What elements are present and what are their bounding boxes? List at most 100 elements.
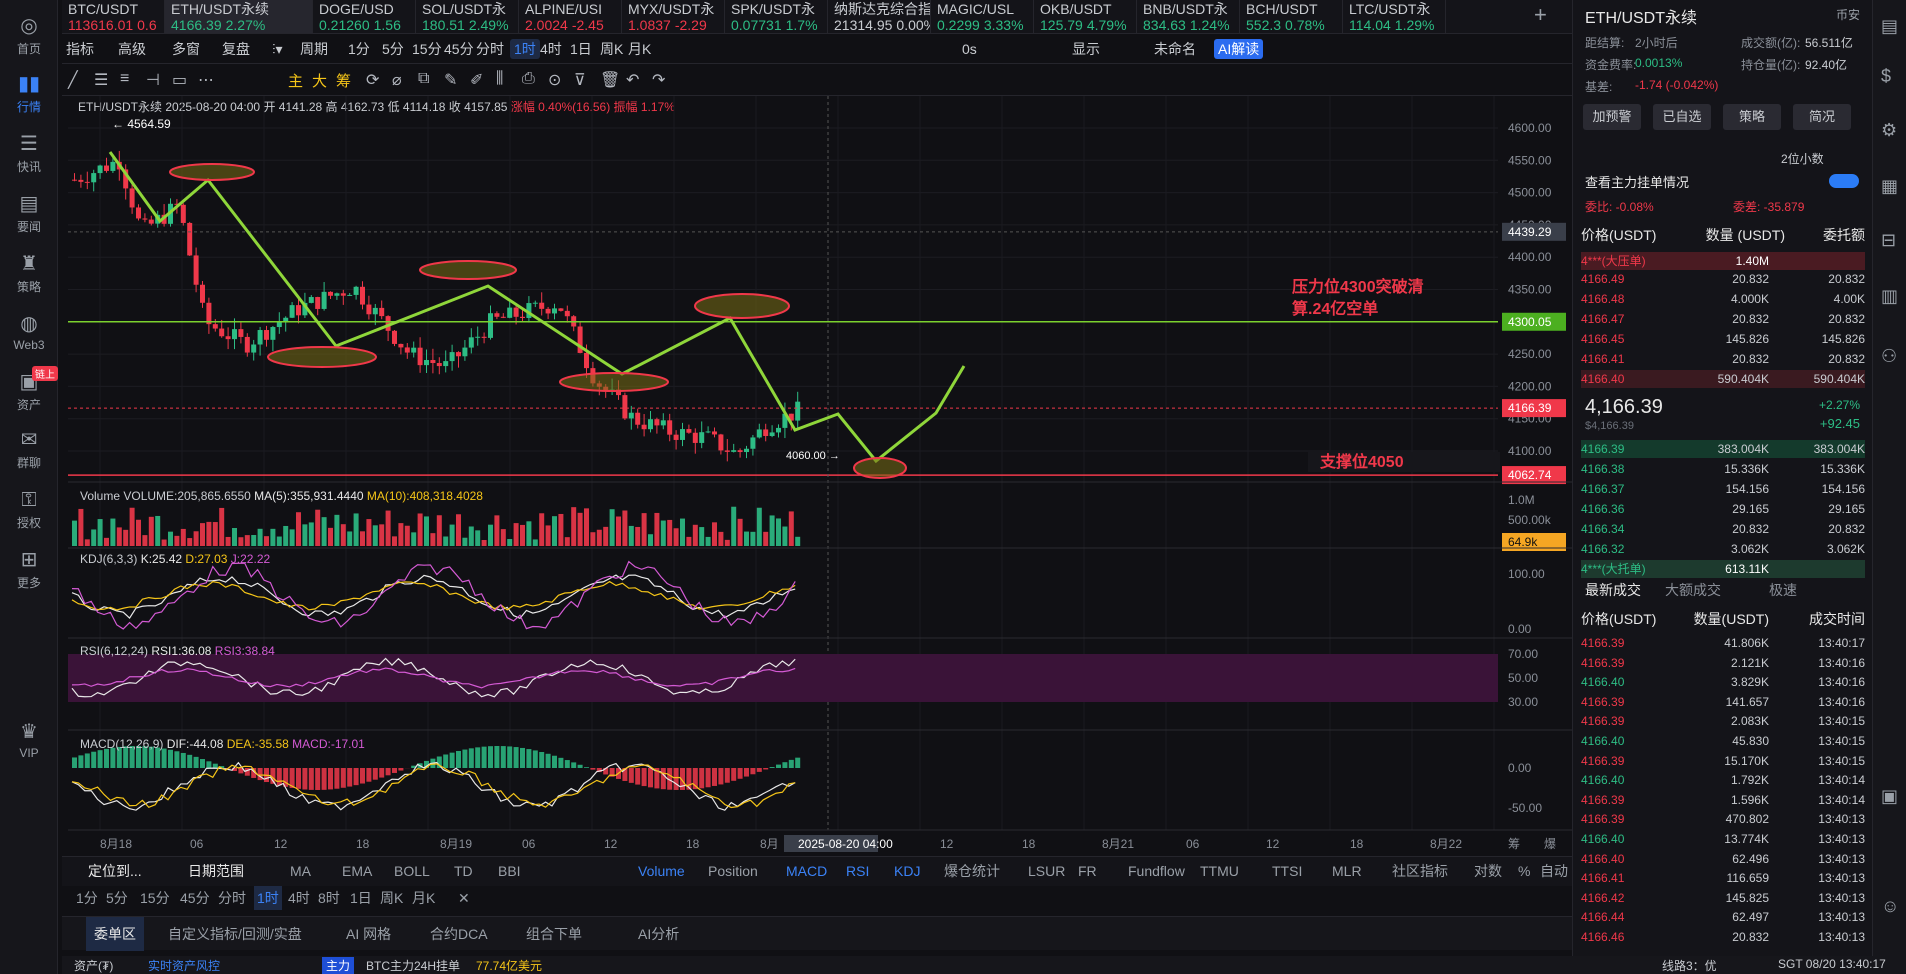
indicator-6[interactable]: Position (708, 857, 758, 885)
ask-row[interactable]: 4166.47 20.832 20.832 (1581, 310, 1865, 328)
ticker-5[interactable]: MYX/USDT永 1.0837 -2.29 (622, 0, 725, 33)
indicator-7[interactable]: MACD (786, 857, 827, 885)
draw-tool2-icon-9[interactable]: 🗑 (600, 70, 620, 90)
draw-tool2-icon-4[interactable]: ✐ (470, 70, 483, 90)
panel-tab-5[interactable]: AI分析 (638, 917, 679, 951)
interval-6[interactable]: 4时 (288, 886, 310, 910)
indicator-20[interactable]: 自动 (1540, 857, 1568, 885)
ticker-2[interactable]: DOGE/USD 0.21260 1.56 (313, 0, 416, 33)
nav-item-3[interactable]: ▤ 要闻 (0, 192, 58, 235)
bid-row[interactable]: 4166.38 15.336K 15.336K (1581, 460, 1865, 478)
ticker-11[interactable]: BCH/USDT 552.3 0.78% (1240, 0, 1343, 33)
nav-item-1[interactable]: ▮▮ 行情 (0, 72, 58, 115)
ask-row[interactable]: 4166.41 20.832 20.832 (1581, 350, 1865, 368)
nav-item-2[interactable]: ☰ 快讯 (0, 132, 58, 175)
indicator-10[interactable]: 爆仓统计 (944, 857, 1000, 885)
trade-tab-1[interactable]: 大额成交 (1665, 580, 1721, 600)
indicator-12[interactable]: FR (1078, 857, 1097, 885)
toolbar-item-2[interactable]: 多窗 (172, 39, 200, 59)
toolbar-item-0[interactable]: 指标 (66, 39, 94, 59)
ticker-6[interactable]: SPK/USDT永 0.07731 1.7% (725, 0, 828, 33)
draw-tool2-icon-8[interactable]: ⊽ (574, 70, 586, 90)
interval-0[interactable]: 1分 (76, 886, 98, 910)
draw-tool2-icon-1[interactable]: ⌀ (392, 70, 402, 90)
trade-tab-2[interactable]: 极速 (1769, 580, 1797, 600)
zigzag-drawing[interactable] (108, 151, 966, 464)
nav-item-5[interactable]: ◍ Web3 (0, 312, 58, 352)
right-bar-icon-8[interactable]: ☺ (1881, 896, 1899, 917)
interval-4[interactable]: 分时 (218, 886, 246, 910)
draw-tool2-icon-2[interactable]: ⧉ (418, 70, 429, 88)
chart-type-icon[interactable]: ⫶▾ (272, 39, 283, 59)
highlight-ellipse[interactable] (853, 457, 907, 479)
bid-row[interactable]: 4166.36 29.165 29.165 (1581, 500, 1865, 518)
ticker-3[interactable]: SOL/USDT永 180.51 2.49% (416, 0, 519, 33)
nav-item-0[interactable]: ◎ 首页 (0, 14, 58, 57)
interval-3[interactable]: 45分 (180, 886, 210, 910)
draw-tool-icon-4[interactable]: ▭ (172, 70, 187, 90)
status-risk[interactable]: 实时资产风控 (148, 957, 220, 974)
indicator-16[interactable]: MLR (1332, 857, 1362, 885)
draw-tool2-icon-11[interactable]: ↷ (652, 70, 665, 90)
right-bar-icon-2[interactable]: ⚙ (1881, 120, 1897, 141)
right-bar-icon-1[interactable]: $ (1881, 66, 1891, 87)
nav-item-10[interactable]: ♛ VIP (0, 720, 58, 760)
bid-row[interactable]: 4166.32 3.062K 3.062K (1581, 540, 1865, 558)
bid-row[interactable]: 4166.39 383.004K 383.004K (1581, 440, 1865, 458)
interval-7[interactable]: 8时 (318, 886, 340, 910)
nav-item-8[interactable]: ⚿ 授权 (0, 488, 58, 531)
toolbar-right-2[interactable]: 未命名 (1154, 39, 1196, 59)
interval-5[interactable]: 1时 (254, 886, 282, 910)
toolbar-item-7[interactable]: 5分 (382, 39, 404, 59)
bid-row[interactable]: 4166.37 154.156 154.156 (1581, 480, 1865, 498)
ticker-8[interactable]: MAGIC/USL 0.2299 3.33% (931, 0, 1034, 33)
ticker-0[interactable]: BTC/USDT 113616.01 0.6 (62, 0, 165, 33)
market-button-3[interactable]: 简况 (1793, 104, 1851, 130)
right-bar-icon-4[interactable]: ⊟ (1881, 230, 1896, 251)
draw-tool2-icon-7[interactable]: ⊙ (548, 70, 561, 90)
indicator-11[interactable]: LSUR (1028, 857, 1065, 885)
indicator-18[interactable]: 对数 (1474, 857, 1502, 885)
market-button-2[interactable]: 策略 (1723, 104, 1781, 130)
panel-tab-1[interactable]: 自定义指标/回测/实盘 (168, 917, 302, 951)
right-bar-icon-0[interactable]: ▤ (1881, 16, 1898, 37)
indicator-17[interactable]: 社区指标 (1392, 857, 1448, 885)
toolbar-right-0[interactable]: 0s (962, 39, 977, 59)
status-assets[interactable]: 资产(₮) (74, 957, 113, 974)
nav-item-4[interactable]: ♜ 策略 (0, 252, 58, 295)
ticker-7[interactable]: 纳斯达克综合指数21314.950.00% (828, 0, 931, 33)
toolbar-item-3[interactable]: 复盘 (222, 39, 250, 59)
toolbar-item-12[interactable]: 4时 (540, 39, 562, 59)
draw-tool-icon-2[interactable]: ≡ (120, 70, 129, 88)
indicator-5[interactable]: Volume (638, 857, 685, 885)
interval-11[interactable]: ✕ (458, 886, 470, 910)
market-button-0[interactable]: 加预警 (1583, 104, 1641, 130)
toolbar-item-8[interactable]: 15分 (412, 39, 442, 59)
draw-tool2-icon-0[interactable]: ⟳ (366, 70, 379, 90)
toolbar-item-9[interactable]: 45分 (444, 39, 474, 59)
nav-item-7[interactable]: ✉ 群聊 (0, 428, 58, 471)
highlight-ellipse[interactable] (169, 163, 255, 181)
date-range-button[interactable]: 日期范围 (188, 857, 244, 885)
highlight-ellipse[interactable] (267, 346, 377, 368)
toolbar-item-10[interactable]: 分时 (476, 39, 504, 59)
toolbar-right-1[interactable]: 显示 (1072, 39, 1100, 59)
locate-button[interactable]: 定位到... (88, 857, 142, 885)
indicator-3[interactable]: TD (454, 857, 473, 885)
panel-tab-4[interactable]: 组合下单 (526, 917, 582, 951)
ticker-9[interactable]: OKB/USDT 125.79 4.79% (1034, 0, 1137, 33)
draw-tool-icon-1[interactable]: ☰ (94, 70, 108, 90)
right-bar-icon-5[interactable]: ▥ (1881, 286, 1898, 307)
draw-tool-icon-0[interactable]: ╱ (68, 70, 78, 90)
right-bar-icon-3[interactable]: ▦ (1881, 176, 1898, 197)
toolbar-item-13[interactable]: 1日 (570, 39, 592, 59)
ticker-12[interactable]: LTC/USDT永 114.04 1.29% (1343, 0, 1446, 33)
nav-item-9[interactable]: ⊞ 更多 (0, 548, 58, 591)
indicator-13[interactable]: Fundflow (1128, 857, 1185, 885)
nav-item-6[interactable]: ▣ 资产 链上 (0, 366, 58, 413)
indicator-19[interactable]: % (1518, 857, 1530, 885)
highlight-ellipse[interactable] (419, 260, 517, 280)
exchange-label[interactable]: 币安 (1836, 6, 1860, 23)
draw-label-0[interactable]: 主 (288, 70, 303, 91)
indicator-4[interactable]: BBI (498, 857, 521, 885)
